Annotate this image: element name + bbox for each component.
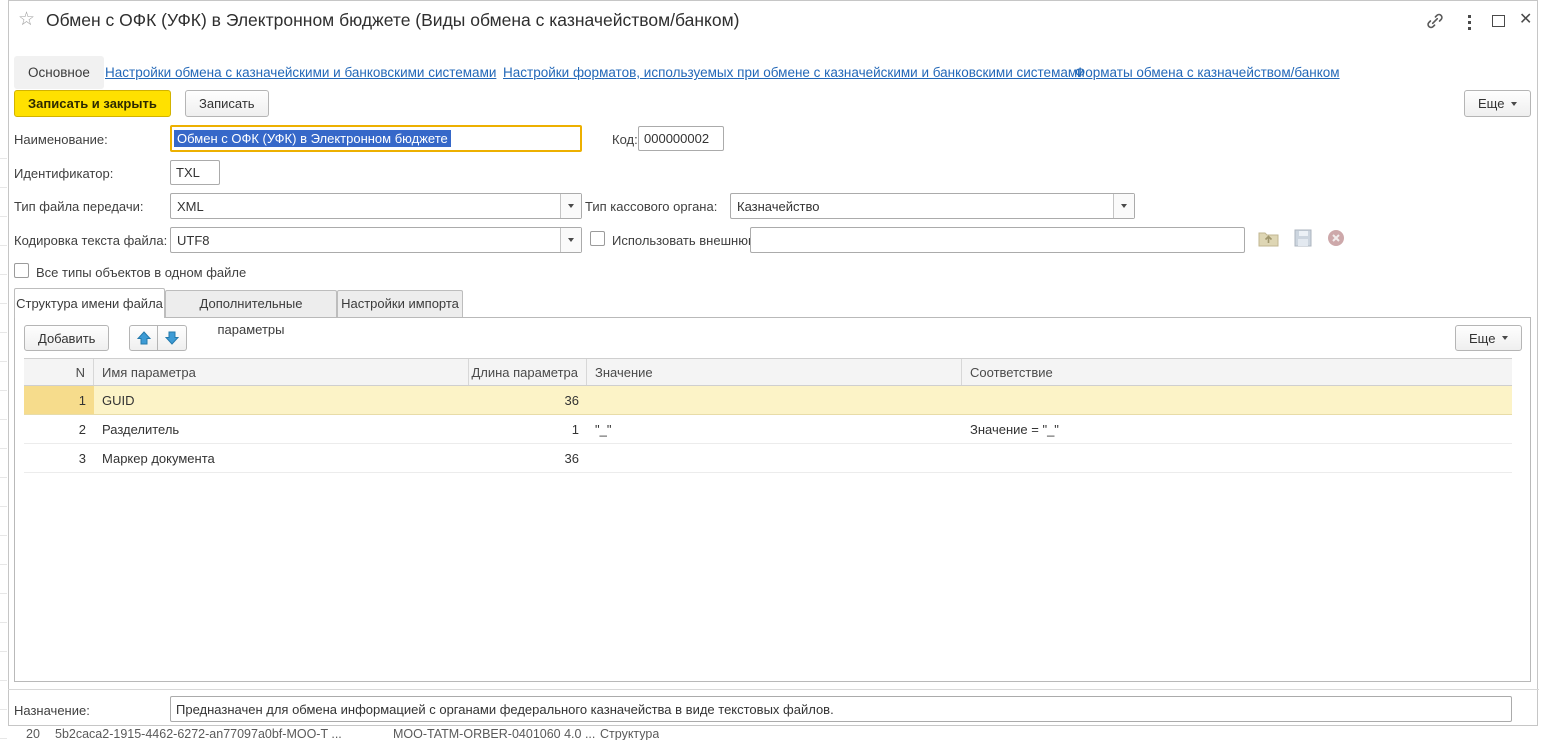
name-input[interactable]: Обмен с ОФК (УФК) в Электронном бюджете [170,125,582,152]
cell-match [962,386,1512,414]
open-folder-icon[interactable] [1258,229,1279,252]
col-header-match[interactable]: Соответствие [962,359,1512,385]
selected-text: Обмен с ОФК (УФК) в Электронном бюджете [174,130,451,147]
cell-value [587,386,962,414]
background-row-structure: Структура [600,727,659,740]
cell-name: GUID [94,386,469,414]
footer-separator [8,689,1539,690]
identifier-label: Идентификатор: [14,166,113,181]
all-types-label: Все типы объектов в одном файле [36,265,246,280]
cash-organ-label: Тип кассового органа: [585,199,717,214]
code-label: Код: [612,132,638,147]
col-header-length[interactable]: Длина параметра [469,359,587,385]
app-window: 20 5b2caca2-1915-4462-6272-an77097a0bf-M… [0,0,1547,740]
chevron-down-icon [1502,336,1508,340]
external-processing-input[interactable] [750,227,1245,253]
cell-n: 2 [24,415,94,443]
table-header: N Имя параметра Длина параметра Значение… [24,358,1512,386]
link-icon[interactable] [1424,10,1446,37]
identifier-input[interactable] [170,160,220,185]
col-header-name[interactable]: Имя параметра [94,359,469,385]
background-window-left-strip [0,0,8,740]
background-row-format: MOO-TATM-ORBER-0401060 4.0 ... [393,727,595,740]
tab-file-name-structure[interactable]: Структура имени файла [14,288,165,318]
close-icon[interactable]: ✕ [1519,12,1532,28]
reorder-buttons [129,325,187,351]
more-button-label: Еще [1478,96,1504,111]
chevron-down-icon [1511,102,1517,106]
code-input[interactable] [638,126,724,151]
name-label: Наименование: [14,132,108,147]
cell-n: 3 [24,444,94,472]
save-and-close-button[interactable]: Записать и закрыть [14,90,171,117]
move-up-icon[interactable] [129,325,158,351]
purpose-input[interactable] [170,696,1512,722]
cell-match [962,444,1512,472]
table-row[interactable]: 1 GUID 36 [24,386,1512,415]
cash-organ-select[interactable] [730,193,1135,219]
nav-link-exchange-settings[interactable]: Настройки обмена с казначейскими и банко… [105,56,496,89]
favorite-star-icon[interactable]: ☆ [18,10,35,29]
tab-import-settings[interactable]: Настройки импорта [337,290,463,317]
cell-name: Маркер документа [94,444,469,472]
chevron-down-icon[interactable] [1113,194,1134,218]
file-type-value[interactable] [171,194,560,218]
encoding-label: Кодировка текста файла: [14,233,167,248]
add-button[interactable]: Добавить [24,325,109,351]
chevron-down-icon[interactable] [560,194,581,218]
tab-main[interactable]: Основное [14,56,104,89]
chevron-down-icon[interactable] [560,228,581,252]
save-file-icon[interactable] [1294,229,1312,252]
cell-value: "_" [587,415,962,443]
more-menu-icon[interactable] [1466,13,1473,32]
nav-link-format-settings[interactable]: Настройки форматов, используемых при обм… [503,56,1085,89]
nav-link-exchange-formats[interactable]: Форматы обмена с казначейством/банком [1075,56,1340,89]
cash-organ-value[interactable] [731,194,1113,218]
table-row[interactable]: 3 Маркер документа 36 [24,444,1512,473]
background-row-guid: 5b2caca2-1915-4462-6272-an77097a0bf-MOO-… [55,727,342,740]
more-button-top[interactable]: Еще [1464,90,1531,117]
encoding-select[interactable] [170,227,582,253]
col-header-value[interactable]: Значение [587,359,962,385]
clear-value-icon[interactable] [1327,229,1345,252]
cell-value [587,444,962,472]
purpose-label: Назначение: [14,703,90,718]
col-header-n[interactable]: N [24,359,94,385]
page-title: Обмен с ОФК (УФК) в Электронном бюджете … [46,10,739,31]
table-row[interactable]: 2 Разделитель 1 "_" Значение = "_" [24,415,1512,444]
encoding-value[interactable] [171,228,560,252]
save-button[interactable]: Записать [185,90,269,117]
cell-n: 1 [24,386,94,414]
more-button-label: Еще [1469,331,1495,346]
cell-length: 1 [469,415,587,443]
background-row-number: 20 [26,727,40,740]
file-type-label: Тип файла передачи: [14,199,144,214]
maximize-icon[interactable] [1492,15,1505,27]
cell-name: Разделитель [94,415,469,443]
external-processing-checkbox[interactable] [590,231,605,246]
move-down-icon[interactable] [158,325,187,351]
cell-length: 36 [469,444,587,472]
tab-additional-parameters[interactable]: Дополнительные параметры [165,290,337,317]
cell-match: Значение = "_" [962,415,1512,443]
more-button-table[interactable]: Еще [1455,325,1522,351]
cell-length: 36 [469,386,587,414]
parameters-table: N Имя параметра Длина параметра Значение… [24,358,1512,473]
file-type-select[interactable] [170,193,582,219]
all-types-checkbox[interactable] [14,263,29,278]
